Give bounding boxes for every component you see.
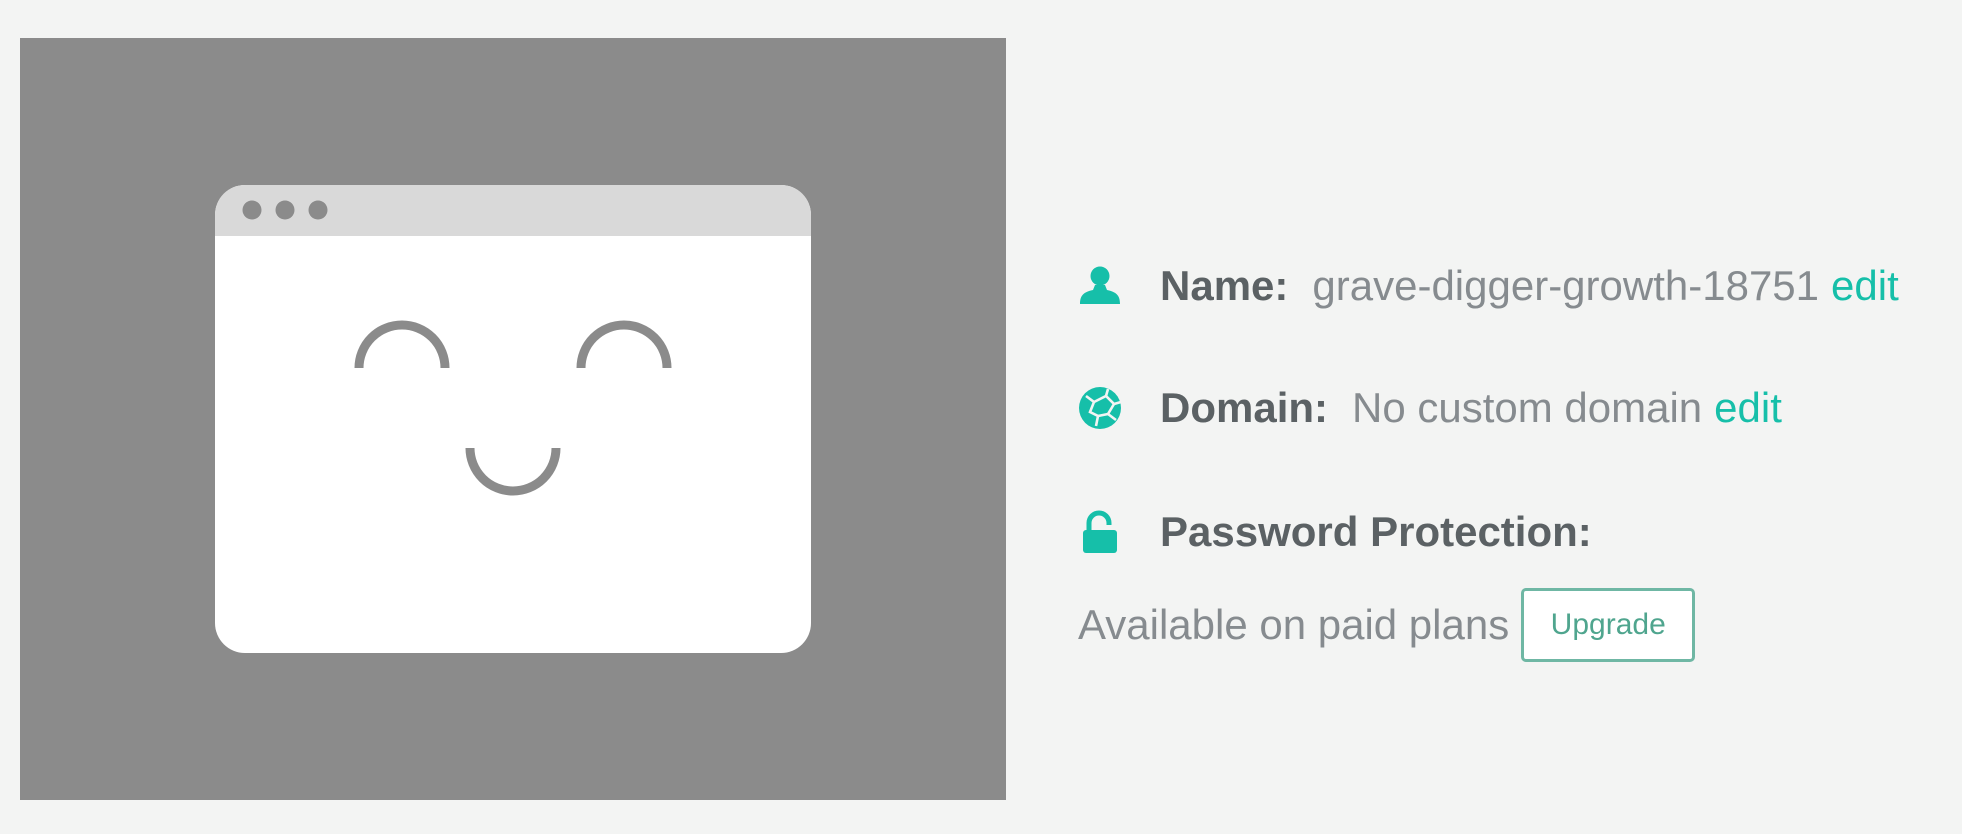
password-protection-label: Password Protection:: [1160, 508, 1592, 555]
user-icon: [1078, 264, 1122, 308]
domain-label: Domain:: [1160, 384, 1328, 431]
site-name-value: grave-digger-growth-18751: [1312, 262, 1820, 309]
upgrade-button[interactable]: Upgrade: [1521, 588, 1696, 662]
globe-icon: [1078, 386, 1122, 430]
edit-name-link[interactable]: edit: [1831, 262, 1899, 310]
site-settings-page: Name: grave-digger-growth-18751 edit Dom…: [0, 0, 1962, 834]
paid-plans-row: Available on paid plans Upgrade: [1078, 588, 1958, 662]
edit-domain-link[interactable]: edit: [1714, 384, 1782, 432]
domain-row: Domain: No custom domain edit: [1078, 372, 1958, 444]
name-row: Name: grave-digger-growth-18751 edit: [1078, 250, 1958, 322]
unlock-icon: [1078, 510, 1122, 554]
password-row: Password Protection:: [1078, 496, 1958, 568]
happy-browser-illustration: [215, 185, 811, 653]
domain-value: No custom domain: [1352, 384, 1703, 431]
paid-plans-note: Available on paid plans: [1078, 601, 1510, 648]
name-label: Name:: [1160, 262, 1289, 309]
site-info-panel: Name: grave-digger-growth-18751 edit Dom…: [1078, 250, 1958, 662]
site-preview: [20, 38, 1006, 800]
